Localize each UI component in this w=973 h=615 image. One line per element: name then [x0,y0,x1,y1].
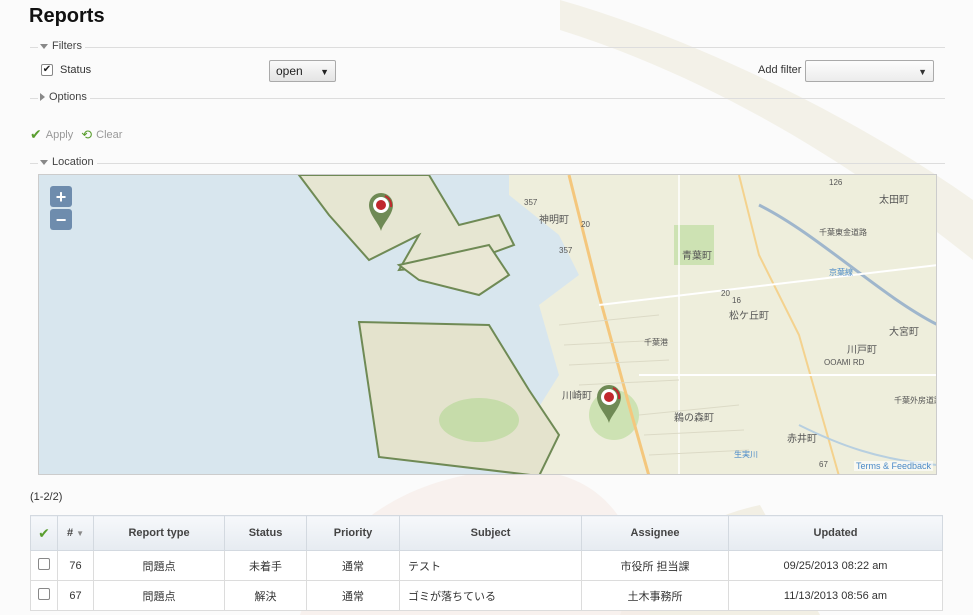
status-filter-row: ✔ Status [41,64,91,76]
expanded-triangle-icon [40,159,48,165]
row-assignee: 土木事務所 [581,580,729,611]
map-zoom-controls: + − [50,186,72,230]
apply-label: Apply [45,128,74,141]
location-map[interactable]: 357 神明町 357 20 126 太田町 青葉町 千葉東金道路 20 松ケ丘… [38,174,937,475]
table-header-row: ✔ # ▼ Report type Status Priority Subjec… [30,515,943,551]
column-header-label: # [66,527,74,539]
map-label: 20 [721,289,730,298]
map-label: 京葉線 [829,267,853,277]
column-header-status[interactable]: Status [224,515,307,551]
filters-toggle[interactable]: Filters [38,40,85,52]
map-label: 357 [559,246,573,255]
reload-icon: ⟲ [81,126,93,142]
map-label: 神明町 [539,213,569,226]
select-all-toggle[interactable]: ✔ [30,515,58,551]
status-operator-select[interactable]: open ▼ [269,60,336,82]
location-fieldset: Location [30,156,945,168]
checkmark-icon: ✔ [38,524,50,541]
row-subject-link[interactable]: テスト [399,550,582,581]
map-label: 千葉外房道路 [894,395,937,405]
options-legend: Options [49,91,87,103]
map-label: 357 [524,198,538,207]
row-priority: 通常 [306,580,400,611]
map-label: 126 [829,178,843,187]
column-header-updated[interactable]: Updated [728,515,943,551]
row-id-link[interactable]: 76 [57,550,94,581]
map-label: 生実川 [734,449,758,459]
row-subject-link[interactable]: ゴミが落ちている [399,580,582,611]
location-toggle[interactable]: Location [38,156,97,168]
row-status: 解決 [224,580,307,611]
apply-button[interactable]: ✔ Apply [30,126,73,143]
map-label: 赤井町 [787,432,817,445]
map-label: 千葉東金道路 [819,227,867,237]
row-priority: 通常 [306,550,400,581]
page-title: Reports [29,5,105,27]
map-label: 松ケ丘町 [729,309,769,322]
checkmark-icon: ✔ [30,126,42,142]
column-header-assignee[interactable]: Assignee [581,515,729,551]
sort-desc-icon: ▼ [76,529,85,538]
map-label: 鵜の森町 [674,411,714,424]
map-terms-link[interactable]: Terms & Feedback [853,461,933,471]
map-label: 16 [732,296,741,305]
row-report-type: 問題点 [93,580,225,611]
row-id-link[interactable]: 67 [57,580,94,611]
clear-button[interactable]: ⟲ Clear [81,127,122,143]
chevron-down-icon: ▼ [320,67,329,77]
map-label: 青葉町 [682,249,712,262]
location-legend: Location [52,156,94,168]
map-label: 千葉港 [644,337,668,347]
row-status: 未着手 [224,550,307,581]
row-checkbox[interactable] [38,558,50,570]
row-report-type: 問題点 [93,550,225,581]
reports-table: ✔ # ▼ Report type Status Priority Subjec… [30,515,943,611]
row-updated: 11/13/2013 08:56 am [728,580,943,611]
column-header-priority[interactable]: Priority [306,515,400,551]
row-updated: 09/25/2013 08:22 am [728,550,943,581]
filters-fieldset: Filters [30,40,945,52]
options-toggle[interactable]: Options [38,91,90,103]
add-filter-select[interactable]: ▼ [805,60,934,82]
row-checkbox[interactable] [38,588,50,600]
map-tiles: 357 神明町 357 20 126 太田町 青葉町 千葉東金道路 20 松ケ丘… [39,175,937,474]
clear-label: Clear [96,128,123,141]
zoom-out-button[interactable]: − [50,209,72,230]
add-filter-label: Add filter [758,64,802,76]
status-checkbox[interactable]: ✔ [41,64,53,76]
chevron-down-icon: ▼ [918,67,927,77]
row-assignee: 市役所 担当課 [581,550,729,581]
status-filter-label: Status [60,64,92,76]
column-header-subject[interactable]: Subject [399,515,582,551]
column-header-id[interactable]: # ▼ [57,515,94,551]
filters-legend: Filters [52,40,82,52]
query-actions: ✔ Apply ⟲ Clear [30,126,130,143]
table-row[interactable]: 76 問題点 未着手 通常 テスト 市役所 担当課 09/25/2013 08:… [30,550,943,581]
status-operator-value: open [276,64,303,78]
map-label: 67 [819,460,828,469]
map-label: 20 [581,220,590,229]
map-label: OOAMI RD [824,358,865,367]
collapsed-triangle-icon [40,93,45,101]
map-label: 川戸町 [847,344,877,356]
zoom-in-button[interactable]: + [50,186,72,207]
map-label: 大宮町 [889,325,919,338]
table-row[interactable]: 67 問題点 解決 通常 ゴミが落ちている 土木事務所 11/13/2013 0… [30,580,943,611]
options-fieldset: Options [30,91,945,103]
result-count: (1-2/2) [30,491,63,503]
map-label: 川崎町 [562,389,592,402]
expanded-triangle-icon [40,43,48,49]
map-label: 太田町 [879,193,909,206]
column-header-report-type[interactable]: Report type [93,515,225,551]
